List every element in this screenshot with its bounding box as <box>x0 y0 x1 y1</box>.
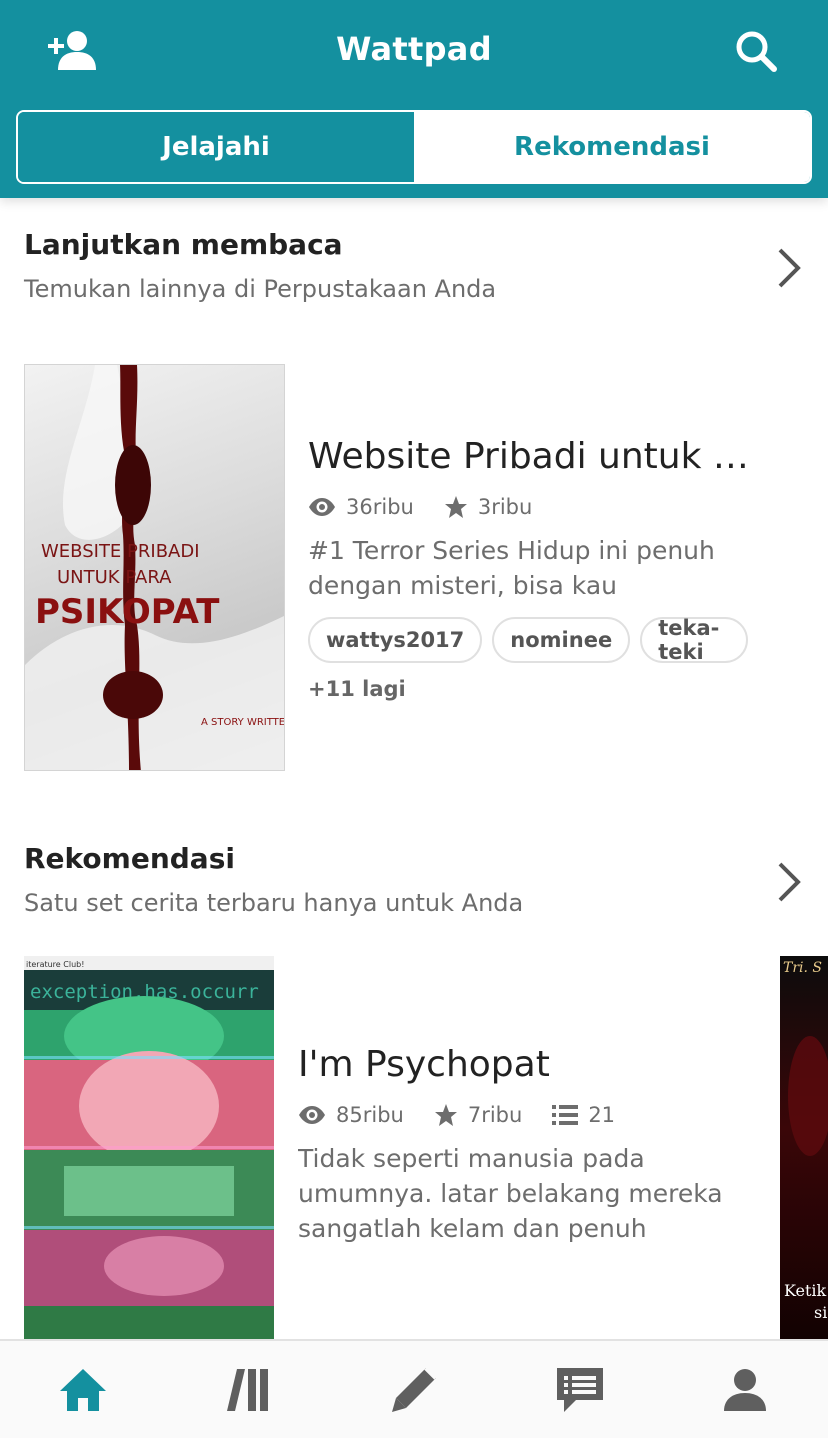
more-tags-link[interactable]: +11 lagi <box>308 677 758 701</box>
top-app-bar: Wattpad Jelajahi Rekomendasi <box>0 0 828 198</box>
parts-count: 21 <box>588 1103 616 1127</box>
votes-count: 7ribu <box>467 1103 523 1127</box>
tab-rekomendasi[interactable]: Rekomendasi <box>414 112 810 182</box>
tag-list: wattys2017 nominee teka-teki <box>308 616 758 664</box>
story-description: #1 Terror Series Hidup ini penuh dengan … <box>308 536 715 600</box>
section-subtitle: Satu set cerita terbaru hanya untuk Anda <box>24 889 524 917</box>
home-icon <box>59 1368 106 1411</box>
parts-stat: 21 <box>552 1103 615 1127</box>
chevron-right-icon[interactable] <box>774 860 804 904</box>
section-title: Lanjutkan membaca <box>24 228 343 261</box>
tag-chip[interactable]: wattys2017 <box>308 617 483 663</box>
reads-count: 36ribu <box>346 495 414 519</box>
cover-art: iterature Club! exception.has.occurr <box>24 956 274 1339</box>
votes-stat: 7ribu <box>434 1103 522 1127</box>
bottom-navigation <box>0 1339 828 1438</box>
app-screen: Wattpad Jelajahi Rekomendasi Lanjutkan m… <box>0 0 828 1438</box>
chevron-right-icon[interactable] <box>774 246 804 290</box>
nav-write[interactable] <box>331 1341 497 1438</box>
profile-icon <box>724 1368 767 1411</box>
nav-home[interactable] <box>0 1341 166 1438</box>
peek-cover-line-2: si <box>814 1303 827 1322</box>
story-stats: 85ribu 7ribu 21 <box>298 1103 748 1127</box>
cover-art: Tri. S Ketik si <box>783 960 828 1322</box>
tag-chip[interactable]: teka-teki <box>640 616 748 664</box>
cover-art: WEBSITE PRIBADI UNTUK PARA PSIKOPAT A ST… <box>25 365 285 770</box>
peek-cover-line-1: Ketik <box>784 1281 827 1300</box>
story-stats: 36ribu 3ribu <box>308 495 758 519</box>
star-icon <box>444 496 467 518</box>
reads-stat: 36ribu <box>308 495 414 519</box>
cover-line-2: UNTUK PARA <box>57 567 172 588</box>
votes-count: 3ribu <box>477 495 533 519</box>
story-cover[interactable]: WEBSITE PRIBADI UNTUK PARA PSIKOPAT A ST… <box>24 364 285 771</box>
peek-cover-title: Tri. S <box>783 960 822 976</box>
app-title: Wattpad <box>336 30 492 68</box>
story-title: Website Pribadi untuk P… <box>308 436 758 477</box>
search-icon <box>736 31 777 72</box>
story-card-2[interactable]: I'm Psychopat 85ribu 7ribu 21 Tidak sepe… <box>298 1044 748 1246</box>
nav-profile[interactable] <box>662 1341 828 1438</box>
section-title: Rekomendasi <box>24 842 235 875</box>
story-title: I'm Psychopat <box>298 1044 550 1085</box>
story-cover-peek[interactable]: Tri. S Ketik si <box>780 956 828 1339</box>
list-icon <box>552 1105 579 1125</box>
story-card-1[interactable]: Website Pribadi untuk P… 36ribu 3ribu #1… <box>308 436 758 701</box>
tag-chip[interactable]: nominee <box>492 617 631 663</box>
cover-credit: A STORY WRITTEN BY BANNATER <box>201 717 285 728</box>
section-subtitle: Temukan lainnya di Perpustakaan Anda <box>24 275 497 303</box>
tab-switcher: Jelajahi Rekomendasi <box>16 110 812 184</box>
search-button[interactable] <box>730 28 782 74</box>
cover-window-title: iterature Club! <box>26 960 84 969</box>
star-icon <box>434 1104 457 1126</box>
story-cover[interactable]: iterature Club! exception.has.occurr <box>24 956 274 1339</box>
reads-count: 85ribu <box>336 1103 404 1127</box>
continue-reading-header[interactable]: Lanjutkan membaca Temukan lainnya di Per… <box>24 228 804 303</box>
tab-jelajahi[interactable]: Jelajahi <box>18 112 414 182</box>
story-description: Tidak seperti manusia pada umumnya. lata… <box>298 1144 723 1243</box>
cover-line-1: WEBSITE PRIBADI <box>41 541 200 562</box>
messages-icon <box>556 1367 603 1412</box>
cover-line-3: PSIKOPAT <box>35 592 220 632</box>
library-icon <box>227 1368 269 1411</box>
reads-stat: 85ribu <box>298 1103 404 1127</box>
write-icon <box>391 1367 437 1412</box>
eye-icon <box>299 1106 325 1124</box>
votes-stat: 3ribu <box>444 495 532 519</box>
recommendations-header[interactable]: Rekomendasi Satu set cerita terbaru hany… <box>24 842 804 917</box>
eye-icon <box>309 498 335 516</box>
nav-library[interactable] <box>166 1341 332 1438</box>
nav-messages[interactable] <box>497 1341 663 1438</box>
